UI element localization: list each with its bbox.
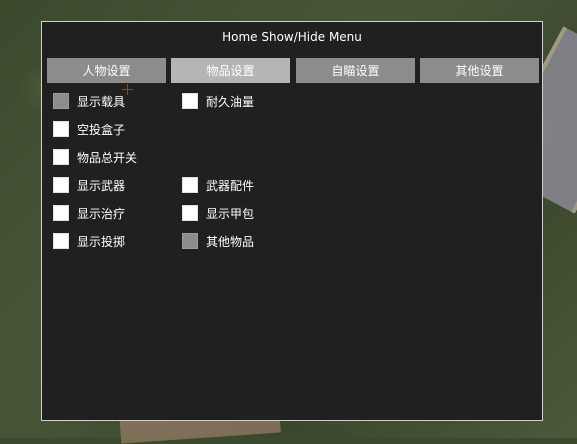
menu-title: Home Show/Hide Menu [222,30,362,44]
option-show-armor[interactable]: 显示甲包 [182,204,254,222]
tab-character-settings[interactable]: 人物设置 [47,58,166,83]
weapon-attachments-label: 武器配件 [206,178,255,193]
show-weapons-checkbox[interactable] [53,177,69,193]
option-show-throwables[interactable]: 显示投掷 [53,232,125,250]
durability-fuel-checkbox[interactable] [182,93,198,109]
airdrop-box-label: 空投盒子 [77,122,126,137]
crosshair-cursor-icon [122,84,133,95]
items-master-checkbox[interactable] [53,149,69,165]
tab-other-settings[interactable]: 其他设置 [420,58,539,83]
airdrop-box-checkbox[interactable] [53,121,69,137]
option-items-master[interactable]: 物品总开关 [53,148,137,166]
option-other-items[interactable]: 其他物品 [182,232,254,250]
other-items-checkbox[interactable] [182,233,198,249]
show-vehicles-label: 显示载具 [77,94,126,109]
show-armor-checkbox[interactable] [182,205,198,221]
show-armor-label: 显示甲包 [206,206,255,221]
tab-item-settings[interactable]: 物品设置 [171,58,290,83]
show-vehicles-checkbox[interactable] [53,93,69,109]
show-healing-checkbox[interactable] [53,205,69,221]
weapon-attachments-checkbox[interactable] [182,177,198,193]
option-weapon-attachments[interactable]: 武器配件 [182,176,254,194]
option-airdrop-box[interactable]: 空投盒子 [53,120,125,138]
items-master-label: 物品总开关 [77,150,138,165]
durability-fuel-label: 耐久油量 [206,94,255,109]
tab-bar: 人物设置 物品设置 自瞄设置 其他设置 [47,58,539,83]
option-show-vehicles[interactable]: 显示载具 [53,92,125,110]
show-healing-label: 显示治疗 [77,206,126,221]
tab-aimbot-settings[interactable]: 自瞄设置 [296,58,415,83]
show-throwables-checkbox[interactable] [53,233,69,249]
show-throwables-label: 显示投掷 [77,234,126,249]
settings-menu-panel: Home Show/Hide Menu 人物设置 物品设置 自瞄设置 其他设置 … [41,21,543,421]
other-items-label: 其他物品 [206,234,255,249]
show-weapons-label: 显示武器 [77,178,126,193]
option-durability-fuel[interactable]: 耐久油量 [182,92,254,110]
option-show-healing[interactable]: 显示治疗 [53,204,125,222]
option-show-weapons[interactable]: 显示武器 [53,176,125,194]
